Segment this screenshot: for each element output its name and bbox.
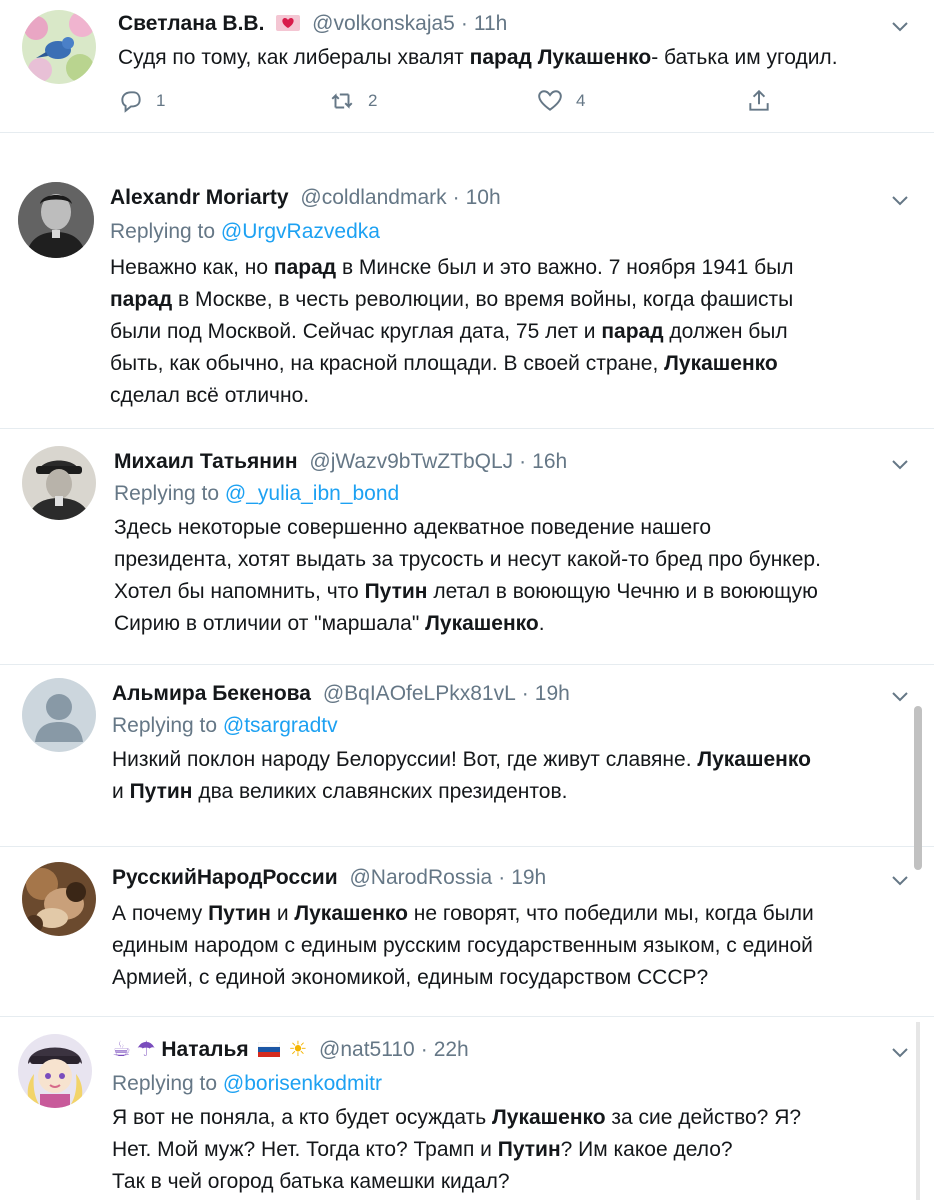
chevron-down-icon[interactable]: [888, 452, 912, 476]
tweet-text: Я вот не поняла, а кто будет осуждать Лу…: [112, 1106, 802, 1193]
tweet-time[interactable]: 11h: [474, 12, 507, 35]
avatar[interactable]: [18, 182, 94, 258]
chevron-down-icon[interactable]: [888, 868, 912, 892]
replying-to: Replying to @borisenkodmitr: [112, 1072, 382, 1095]
like-count: 4: [576, 91, 586, 110]
tweet-text: Неважно как, но парад в Минске был и это…: [110, 256, 794, 407]
tweet[interactable]: Альмира Бекенова @BqIAOfeLPkx81vL · 19h Re…: [0, 664, 934, 847]
author-name[interactable]: Альмира Бекенова: [112, 682, 311, 705]
chevron-down-icon[interactable]: [888, 684, 912, 708]
tweet[interactable]: ☕ ☂ Наталья ☀ @nat5110 · 22h Replying to @…: [0, 1016, 934, 1200]
replying-to-link[interactable]: @borisenkodmitr: [223, 1072, 382, 1095]
reply-count: 1: [156, 91, 166, 110]
replying-to-link[interactable]: @UrgvRazvedka: [221, 220, 380, 243]
tweet[interactable]: Alexandr Moriarty @coldlandmark · 10h Repl…: [0, 168, 934, 429]
author-handle[interactable]: @volkonskaja5: [312, 12, 455, 35]
replying-to-link[interactable]: @_yulia_ibn_bond: [225, 482, 399, 505]
chevron-down-icon[interactable]: [888, 1040, 912, 1064]
tweet-time[interactable]: 19h: [511, 866, 546, 889]
like-button[interactable]: 4: [536, 88, 585, 114]
share-button[interactable]: [746, 88, 784, 114]
avatar[interactable]: [22, 10, 96, 84]
tweet-header: ☕ ☂ Наталья ☀ @nat5110 · 22h: [112, 1037, 469, 1061]
tweet-header: Alexandr Moriarty @coldlandmark · 10h: [110, 186, 501, 209]
author-handle[interactable]: @coldlandmark: [300, 186, 446, 209]
tweet[interactable]: Светлана В.В. @volkonskaja5 · 11h Судя по …: [0, 0, 934, 133]
tweet-header: Альмира Бекенова @BqIAOfeLPkx81vL · 19h: [112, 682, 570, 705]
tweet[interactable]: РусскийНародРоссии @NarodRossia · 19h А по…: [0, 846, 934, 1017]
tweet-time[interactable]: 16h: [532, 450, 567, 473]
reply-button[interactable]: 1: [118, 88, 165, 114]
tweet-text: А почему Путин и Лукашенко не говорят, ч…: [112, 902, 814, 989]
replying-to-link[interactable]: @tsargradtv: [223, 714, 338, 737]
heart-emoji-icon: [276, 11, 301, 31]
tweet-time[interactable]: 19h: [535, 682, 570, 705]
author-handle[interactable]: @BqIAOfeLPkx81vL: [323, 682, 516, 705]
tweet-text: Судя по тому, как либералы хвалят парад …: [118, 46, 838, 69]
avatar[interactable]: [22, 862, 96, 936]
author-handle[interactable]: @jWazv9bTwZTbQLJ: [309, 450, 513, 473]
reply-icon: [121, 91, 141, 113]
name-emoji-prefix: ☕ ☂: [112, 1038, 156, 1061]
retweet-count: 2: [368, 91, 378, 110]
author-name[interactable]: Alexandr Moriarty: [110, 186, 289, 209]
tweet-time[interactable]: 22h: [434, 1038, 469, 1061]
retweet-icon: [331, 93, 353, 109]
avatar[interactable]: [18, 1034, 92, 1108]
tweet[interactable]: Михаил Татьянин @jWazv9bTwZTbQLJ · 16h Rep…: [0, 432, 934, 665]
author-name[interactable]: Михаил Татьянин: [114, 450, 298, 473]
tweet-time[interactable]: 10h: [466, 186, 501, 209]
scrollbar-track[interactable]: [916, 1022, 920, 1200]
scrollbar-thumb[interactable]: [914, 706, 922, 870]
tweet-text: Низкий поклон народу Белоруссии! Вот, гд…: [112, 748, 811, 803]
chevron-down-icon[interactable]: [888, 14, 912, 38]
russia-flag-icon: [257, 1037, 280, 1057]
replying-to: Replying to @UrgvRazvedka: [110, 220, 380, 243]
like-icon: [538, 90, 562, 111]
author-name[interactable]: РусскийНародРоссии: [112, 866, 338, 889]
tweet-text: Здесь некоторые совершенно адекватное по…: [114, 516, 821, 635]
name-emoji-suffix: ☀: [288, 1038, 308, 1061]
retweet-button[interactable]: 2: [328, 88, 377, 114]
author-name[interactable]: Светлана В.В.: [118, 12, 264, 35]
author-handle[interactable]: @nat5110: [319, 1038, 415, 1061]
avatar[interactable]: [22, 446, 96, 520]
author-name[interactable]: Наталья: [161, 1038, 248, 1061]
tweet-actions: 1 2 4: [118, 88, 878, 118]
tweet-header: Михаил Татьянин @jWazv9bTwZTbQLJ · 16h: [114, 450, 568, 473]
share-icon: [749, 89, 769, 111]
replying-to: Replying to @_yulia_ibn_bond: [114, 482, 400, 505]
chevron-down-icon[interactable]: [888, 188, 912, 212]
tweet-header: Светлана В.В. @volkonskaja5 · 11h: [118, 11, 508, 35]
replying-to: Replying to @tsargradtv: [112, 714, 338, 737]
author-handle[interactable]: @NarodRossia: [349, 866, 492, 889]
tweet-header: РусскийНародРоссии @NarodRossia · 19h: [112, 866, 547, 889]
avatar[interactable]: [22, 678, 96, 752]
